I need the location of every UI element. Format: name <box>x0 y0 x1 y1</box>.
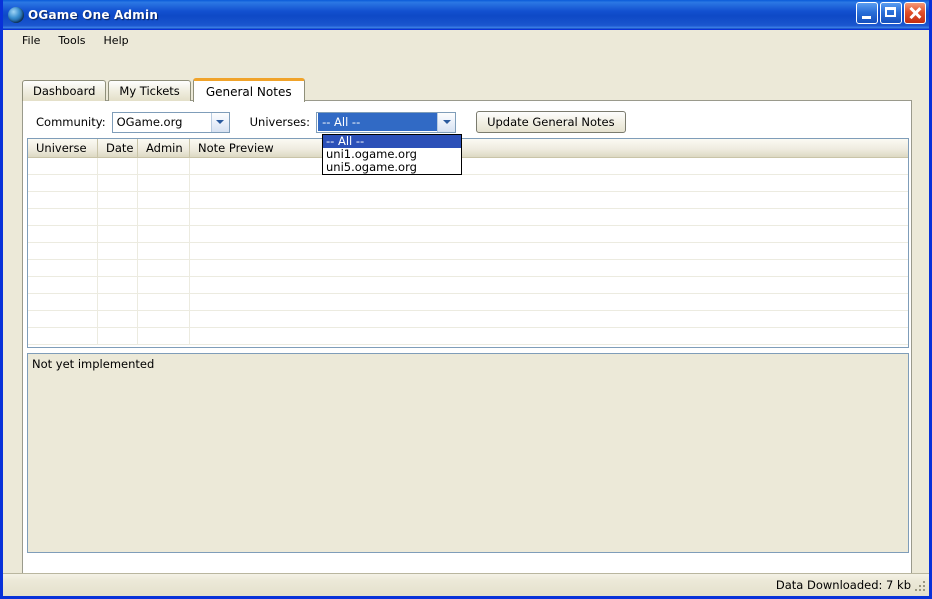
tab-my-tickets[interactable]: My Tickets <box>108 80 191 101</box>
table-header-row: Universe Date Admin Note Preview <box>28 139 908 158</box>
table-cell <box>190 192 908 208</box>
menu-item-tools[interactable]: Tools <box>49 32 94 49</box>
table-cell <box>138 226 190 242</box>
table-cell <box>98 175 138 191</box>
table-row[interactable] <box>28 260 908 277</box>
chevron-down-icon <box>437 112 456 132</box>
table-cell <box>190 311 908 327</box>
dropdown-option-2[interactable]: uni5.ogame.org <box>323 161 461 174</box>
table-cell <box>98 226 138 242</box>
table-cell <box>28 175 98 191</box>
application-window: OGame One Admin File Tools Help Dashboar… <box>0 0 932 599</box>
table-row[interactable] <box>28 192 908 209</box>
table-cell <box>138 192 190 208</box>
table-row[interactable] <box>28 226 908 243</box>
filter-toolbar: Community: OGame.org Universes: -- All -… <box>36 111 626 133</box>
universes-label: Universes: <box>249 115 311 129</box>
client-area: Dashboard My Tickets General Notes Commu… <box>3 50 929 594</box>
menu-item-file[interactable]: File <box>13 32 49 49</box>
community-select[interactable]: OGame.org <box>111 111 230 133</box>
table-row[interactable] <box>28 175 908 192</box>
note-detail-panel[interactable]: Not yet implemented <box>27 353 909 553</box>
column-header-date[interactable]: Date <box>98 139 138 157</box>
table-cell <box>98 328 138 344</box>
universes-select[interactable]: -- All -- <box>316 111 457 133</box>
menu-bar: File Tools Help <box>3 30 929 50</box>
globe-icon <box>8 6 24 23</box>
table-cell <box>190 277 908 293</box>
table-cell <box>28 226 98 242</box>
table-row[interactable] <box>28 277 908 294</box>
table-cell <box>28 209 98 225</box>
table-cell <box>28 192 98 208</box>
table-cell <box>190 294 908 310</box>
table-cell <box>190 260 908 276</box>
update-general-notes-button[interactable]: Update General Notes <box>476 111 626 133</box>
community-select-value: OGame.org <box>116 115 183 129</box>
table-cell <box>28 243 98 259</box>
table-cell <box>98 294 138 310</box>
table-cell <box>138 243 190 259</box>
community-label: Community: <box>36 115 106 129</box>
table-cell <box>98 158 138 174</box>
general-notes-panel: Community: OGame.org Universes: -- All -… <box>22 100 912 594</box>
window-title: OGame One Admin <box>28 7 159 22</box>
table-cell <box>138 260 190 276</box>
minimize-icon[interactable] <box>856 2 878 24</box>
table-body <box>28 158 908 345</box>
table-row[interactable] <box>28 294 908 311</box>
title-bar: OGame One Admin <box>3 0 929 30</box>
table-row[interactable] <box>28 243 908 260</box>
table-row[interactable] <box>28 158 908 175</box>
note-detail-text: Not yet implemented <box>32 357 155 371</box>
table-cell <box>98 209 138 225</box>
table-cell <box>28 311 98 327</box>
table-cell <box>138 158 190 174</box>
resize-grip-icon[interactable] <box>913 581 926 594</box>
table-cell <box>98 192 138 208</box>
table-cell <box>98 243 138 259</box>
table-row[interactable] <box>28 209 908 226</box>
table-cell <box>138 175 190 191</box>
table-cell <box>98 311 138 327</box>
table-cell <box>28 294 98 310</box>
table-cell <box>190 328 908 344</box>
table-cell <box>28 158 98 174</box>
table-cell <box>98 260 138 276</box>
table-cell <box>190 209 908 225</box>
table-cell <box>138 328 190 344</box>
column-header-universe[interactable]: Universe <box>28 139 98 157</box>
close-icon[interactable] <box>904 2 926 24</box>
universes-dropdown-list[interactable]: -- All -- uni1.ogame.org uni5.ogame.org <box>322 134 462 175</box>
maximize-icon[interactable] <box>880 2 902 24</box>
tab-dashboard[interactable]: Dashboard <box>22 80 107 101</box>
table-cell <box>28 328 98 344</box>
table-row[interactable] <box>28 311 908 328</box>
table-cell <box>138 277 190 293</box>
column-header-admin[interactable]: Admin <box>138 139 190 157</box>
column-header-note-preview[interactable]: Note Preview <box>190 139 908 157</box>
table-cell <box>190 175 908 191</box>
universes-select-value: -- All -- <box>318 113 438 131</box>
table-cell <box>190 226 908 242</box>
status-bar: Data Downloaded: 7 kb <box>3 573 929 596</box>
table-cell <box>190 158 908 174</box>
table-cell <box>138 294 190 310</box>
menu-item-help[interactable]: Help <box>95 32 138 49</box>
table-row[interactable] <box>28 328 908 345</box>
table-cell <box>98 277 138 293</box>
tab-general-notes[interactable]: General Notes <box>192 78 305 102</box>
table-cell <box>138 311 190 327</box>
table-cell <box>138 209 190 225</box>
table-cell <box>28 260 98 276</box>
table-cell <box>190 243 908 259</box>
chevron-down-icon <box>210 112 229 132</box>
tab-strip: Dashboard My Tickets General Notes <box>22 77 307 102</box>
window-controls <box>856 2 926 24</box>
table-cell <box>28 277 98 293</box>
status-data-downloaded: Data Downloaded: 7 kb <box>775 578 911 592</box>
notes-table: Universe Date Admin Note Preview <box>27 138 909 348</box>
